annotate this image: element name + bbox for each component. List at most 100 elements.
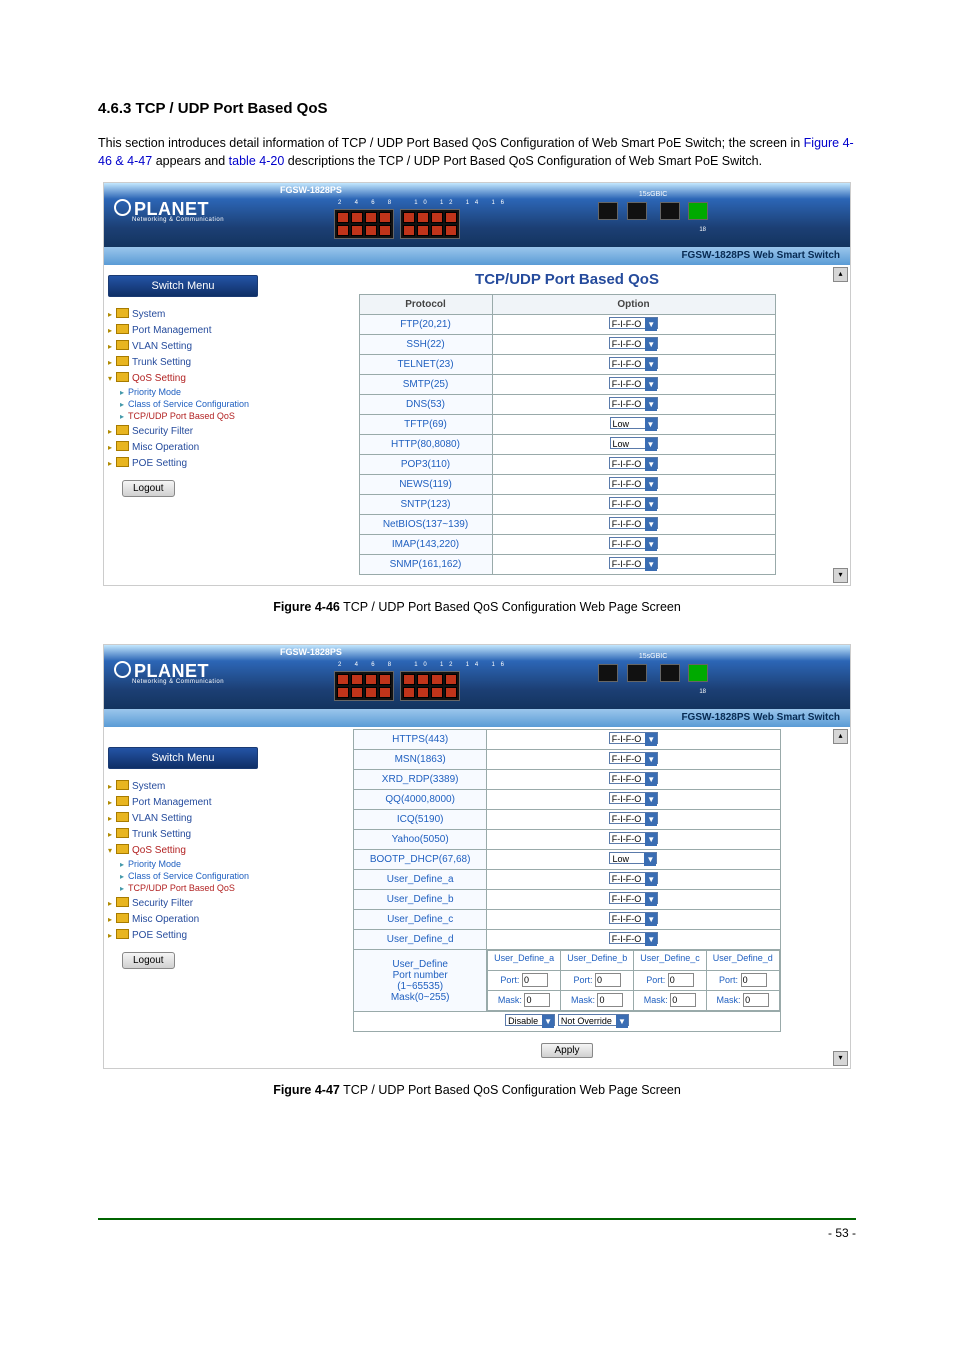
scroll-up-button[interactable]: ▴ [833, 267, 848, 282]
status-box: 15sGBIC 18 [596, 653, 710, 695]
option-select[interactable]: F-I-F-O▼ [609, 732, 659, 744]
option-select[interactable]: F-I-F-O▼ [609, 537, 659, 549]
option-select[interactable]: F-I-F-O▼ [609, 892, 659, 904]
option-select[interactable]: Low▼ [609, 852, 657, 864]
sidebar-sub-priority[interactable]: ▸Priority Mode [120, 387, 258, 397]
model-label: FGSW-1828PS [280, 185, 342, 195]
ud-mask-input[interactable] [743, 993, 769, 1007]
sidebar-item-label: Security Filter [132, 426, 193, 437]
option-select[interactable]: F-I-F-O▼ [609, 772, 659, 784]
logo-sub: Networking & Communication [132, 679, 224, 685]
option-cell: F-I-F-O▼ [487, 770, 781, 790]
header-strip: FGSW-1828PS Web Smart Switch [104, 709, 850, 727]
table-link-1[interactable]: table 4-20 [229, 154, 285, 168]
option-select[interactable]: F-I-F-O▼ [609, 517, 659, 529]
option-cell: F-I-F-O▼ [492, 335, 775, 355]
option-select[interactable]: F-I-F-O▼ [609, 792, 659, 804]
logout-button[interactable]: Logout [122, 480, 175, 497]
qos-table-1: ProtocolOption FTP(20,21)F-I-F-O▼SSH(22)… [359, 294, 776, 575]
apply-button[interactable]: Apply [541, 1043, 592, 1058]
option-select[interactable]: Low▼ [610, 437, 658, 449]
ud-port-input[interactable] [595, 973, 621, 987]
ud-port-input[interactable] [522, 973, 548, 987]
dropdown-arrow-icon: ▼ [645, 773, 657, 786]
sidebar-sub-label: Priority Mode [128, 387, 181, 397]
port-grid-1 [334, 209, 394, 239]
sidebar-item-portmgmt[interactable]: ▸Port Management [108, 323, 258, 336]
port-nums-top-a: 2 4 6 8 [334, 200, 397, 206]
option-select[interactable]: F-I-F-O▼ [609, 557, 659, 569]
sidebar-sub-tcpudp[interactable]: ▸TCP/UDP Port Based QoS [120, 411, 258, 421]
sidebar-item-label: POE Setting [132, 930, 187, 941]
sidebar-item-security[interactable]: ▸Security Filter [108, 896, 258, 909]
sidebar-item-portmgmt[interactable]: ▸Port Management [108, 795, 258, 808]
sidebar-item-label: Security Filter [132, 898, 193, 909]
scroll-up-button[interactable]: ▴ [833, 729, 848, 744]
logout-button[interactable]: Logout [122, 952, 175, 969]
port-nums-top-b: 10 12 14 16 [410, 200, 510, 206]
option-select-text: F-I-F-O [610, 518, 644, 531]
dropdown-arrow-icon: ▼ [645, 733, 657, 746]
option-select-text: Low [611, 418, 643, 431]
option-select[interactable]: F-I-F-O▼ [609, 477, 659, 489]
sidebar-item-trunk[interactable]: ▸Trunk Setting [108, 355, 258, 368]
sidebar-item-security[interactable]: ▸Security Filter [108, 424, 258, 437]
sidebar-item-vlan[interactable]: ▸VLAN Setting [108, 811, 258, 824]
th-protocol: Protocol [359, 295, 492, 315]
bottom-select-row: Disable▼ Not Override▼ [354, 1012, 781, 1032]
section-heading: 4.6.3 TCP / UDP Port Based QoS [98, 100, 856, 117]
sidebar-item-misc[interactable]: ▸Misc Operation [108, 912, 258, 925]
port-rack: 2 4 6 8 10 12 14 16 1 3 5 7 9 11 13 15 [334, 653, 510, 709]
sidebar-sub-tcpudp[interactable]: ▸TCP/UDP Port Based QoS [120, 883, 258, 893]
ud-mask-input[interactable] [597, 993, 623, 1007]
sidebar-item-trunk[interactable]: ▸Trunk Setting [108, 827, 258, 840]
sidebar-sub-priority[interactable]: ▸Priority Mode [120, 859, 258, 869]
sidebar-item-system[interactable]: ▸System [108, 779, 258, 792]
qos-row: User_Define_dF-I-F-O▼ [354, 930, 781, 950]
status-port-icon [688, 664, 708, 682]
sidebar-item-qos[interactable]: ▾QoS Setting [108, 371, 258, 384]
sidebar-item-vlan[interactable]: ▸VLAN Setting [108, 339, 258, 352]
sidebar-item-system[interactable]: ▸System [108, 307, 258, 320]
ud-port-input[interactable] [741, 973, 767, 987]
intro-mid: appears and [152, 154, 228, 168]
figcap-1-b: Figure 4-46 [273, 600, 340, 614]
ud-port-input[interactable] [668, 973, 694, 987]
option-select[interactable]: F-I-F-O▼ [609, 812, 659, 824]
sidebar-item-poe[interactable]: ▸POE Setting [108, 456, 258, 469]
option-select[interactable]: F-I-F-O▼ [609, 872, 659, 884]
ud-mask-input[interactable] [670, 993, 696, 1007]
option-select[interactable]: F-I-F-O▼ [609, 377, 659, 389]
scroll-down-button[interactable]: ▾ [833, 1051, 848, 1066]
mode-select-2[interactable]: Not Override▼ [558, 1014, 629, 1026]
sidebar-item-poe[interactable]: ▸POE Setting [108, 928, 258, 941]
scroll-down-button[interactable]: ▾ [833, 568, 848, 583]
option-select[interactable]: F-I-F-O▼ [609, 832, 659, 844]
sidebar-item-misc[interactable]: ▸Misc Operation [108, 440, 258, 453]
qos-row: Yahoo(5050)F-I-F-O▼ [354, 830, 781, 850]
ud-mask-input[interactable] [524, 993, 550, 1007]
mode-select-1[interactable]: Disable▼ [505, 1014, 555, 1026]
option-select[interactable]: F-I-F-O▼ [609, 457, 659, 469]
sidebar-item-label: Port Management [132, 797, 212, 808]
logo-sub: Networking & Communication [132, 217, 224, 223]
option-select[interactable]: F-I-F-O▼ [609, 317, 659, 329]
protocol-cell: BOOTP_DHCP(67,68) [354, 850, 487, 870]
qos-row: HTTPS(443)F-I-F-O▼ [354, 730, 781, 750]
dropdown-arrow-icon: ▼ [645, 518, 657, 531]
option-select[interactable]: Low▼ [610, 417, 658, 429]
option-select[interactable]: F-I-F-O▼ [609, 932, 659, 944]
sidebar-item-qos[interactable]: ▾QoS Setting [108, 843, 258, 856]
sidebar-sub-cos[interactable]: ▸Class of Service Configuration [120, 871, 258, 881]
option-select[interactable]: F-I-F-O▼ [609, 497, 659, 509]
option-select[interactable]: F-I-F-O▼ [609, 912, 659, 924]
option-select[interactable]: F-I-F-O▼ [609, 397, 659, 409]
option-select[interactable]: F-I-F-O▼ [609, 357, 659, 369]
option-select-text: F-I-F-O [610, 933, 644, 946]
option-select[interactable]: F-I-F-O▼ [609, 337, 659, 349]
sidebar-sub-cos[interactable]: ▸Class of Service Configuration [120, 399, 258, 409]
qos-row: BOOTP_DHCP(67,68) Low▼ [354, 850, 781, 870]
option-cell: F-I-F-O▼ [492, 475, 775, 495]
option-select[interactable]: F-I-F-O▼ [609, 752, 659, 764]
option-select-text: F-I-F-O [610, 318, 644, 331]
